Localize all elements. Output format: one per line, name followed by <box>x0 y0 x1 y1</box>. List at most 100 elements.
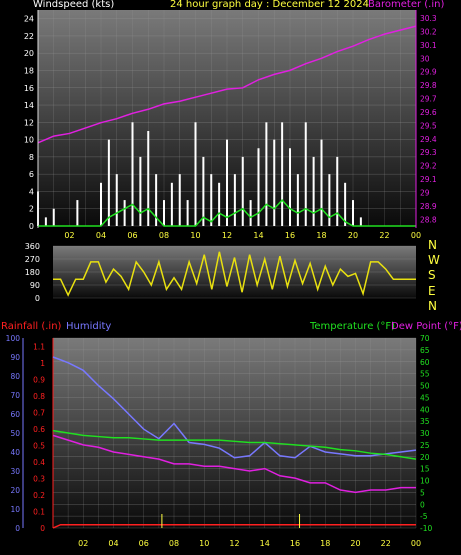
temperature-tick-label: 60 <box>420 358 430 367</box>
rainfall-tick-label: 0.4 <box>33 458 45 467</box>
direction-letter-n-bottom: N <box>428 299 437 313</box>
barometer-tick-label: 29 <box>420 188 430 197</box>
direction-letter-n-top: N <box>428 238 437 252</box>
humidity-tick-label: 50 <box>10 429 20 438</box>
lower-time-tick-label: 12 <box>229 539 239 548</box>
temperature-tick-label: 5 <box>420 488 425 497</box>
rainfall-tick-label: 0 <box>40 524 45 533</box>
rainfall-tick-label: 1.1 <box>33 342 45 351</box>
barometer-tick-label: 29.6 <box>420 108 437 117</box>
lower-time-tick-label: 18 <box>320 539 330 548</box>
rainfall-tick-label: 0.3 <box>33 474 45 483</box>
wind-time-tick-label: 14 <box>253 231 263 240</box>
temperature-tick-label: 45 <box>420 393 430 402</box>
barometer-tick-label: 30.1 <box>420 41 437 50</box>
barometer-tick-label: 29.7 <box>420 95 437 104</box>
rainfall-label: Rainfall (.in) <box>1 321 62 332</box>
humidity-tick-label: 100 <box>6 334 21 343</box>
wind-tick-label: 8 <box>29 153 34 162</box>
direction-tick-label: 90 <box>30 281 40 290</box>
wind-time-tick-label: 02 <box>64 231 74 240</box>
temperature-tick-label: 15 <box>420 465 430 474</box>
chart-title: 24 hour graph day : December 12 2024 <box>170 0 369 10</box>
humidity-tick-label: 60 <box>10 410 20 419</box>
lower-time-tick-label: 06 <box>139 539 149 548</box>
lower-time-tick-label: 08 <box>169 539 179 548</box>
wind-time-tick-label: 20 <box>348 231 358 240</box>
wind-tick-label: 18 <box>24 66 34 75</box>
wind-tick-label: 6 <box>29 170 34 179</box>
humidity-label: Humidity <box>66 321 112 332</box>
wind-time-tick-label: 16 <box>285 231 295 240</box>
temperature-tick-label: -10 <box>420 524 432 533</box>
direction-letter-w: W <box>428 253 440 267</box>
lower-time-tick-label: 00 <box>411 539 421 548</box>
direction-letter-s: S <box>428 268 436 282</box>
wind-time-tick-label: 04 <box>96 231 106 240</box>
temperature-label: Temperature (°F) <box>310 321 396 332</box>
dewpoint-label: Dew Point (°F) <box>391 321 461 332</box>
lower-time-tick-label: 16 <box>290 539 300 548</box>
lower-time-tick-label: 04 <box>108 539 118 548</box>
humidity-tick-label: 80 <box>10 372 20 381</box>
rainfall-tick-label: 0.9 <box>33 375 45 384</box>
temperature-tick-label: 50 <box>420 382 430 391</box>
temperature-tick-label: 35 <box>420 417 430 426</box>
barometer-tick-label: 29.8 <box>420 81 437 90</box>
temperature-tick-label: 0 <box>420 500 425 509</box>
humidity-tick-label: 40 <box>10 448 20 457</box>
lower-time-tick-label: 20 <box>350 539 360 548</box>
barometer-tick-label: 29.5 <box>420 121 437 130</box>
wind-time-tick-label: 00 <box>411 231 421 240</box>
temperature-tick-label: 65 <box>420 346 430 355</box>
humidity-tick-label: 10 <box>10 505 20 514</box>
wind-tick-label: 14 <box>24 101 34 110</box>
wind-time-tick-label: 18 <box>316 231 326 240</box>
temperature-tick-label: 55 <box>420 370 430 379</box>
rainfall-tick-label: 0.2 <box>33 491 45 500</box>
wind-tick-label: 16 <box>24 84 34 93</box>
wind-time-tick-label: 10 <box>190 231 200 240</box>
barometer-tick-label: 29.9 <box>420 68 437 77</box>
lower-time-tick-label: 02 <box>78 539 88 548</box>
barometer-tick-label: 30.3 <box>420 14 437 23</box>
lower-time-tick-label: 10 <box>199 539 209 548</box>
wind-tick-label: 22 <box>24 32 34 41</box>
humidity-tick-label: 0 <box>15 524 20 533</box>
humidity-tick-label: 30 <box>10 467 20 476</box>
wind-tick-label: 2 <box>29 205 34 214</box>
barometer-label: Barometer (.in) <box>368 0 445 10</box>
direction-tick-label: 180 <box>25 268 40 277</box>
barometer-tick-label: 28.8 <box>420 215 437 224</box>
temperature-tick-label: 25 <box>420 441 430 450</box>
wind-tick-label: 12 <box>24 118 34 127</box>
weather-graphs: 02468101214161820222428.828.92929.129.22… <box>6 10 437 548</box>
barometer-tick-label: 29.3 <box>420 148 437 157</box>
direction-letter-e: E <box>428 284 436 298</box>
direction-tick-label: 270 <box>25 255 40 264</box>
rainfall-tick-label: 0.1 <box>33 507 45 516</box>
wind-tick-label: 24 <box>24 15 34 24</box>
windspeed-label: Windspeed (kts) <box>33 0 115 10</box>
lower-time-tick-label: 22 <box>381 539 391 548</box>
rainfall-tick-label: 0.8 <box>33 392 45 401</box>
barometer-tick-label: 29.2 <box>420 162 437 171</box>
wind-tick-label: 20 <box>24 49 34 58</box>
temperature-tick-label: 40 <box>420 405 430 414</box>
humidity-tick-label: 70 <box>10 391 20 400</box>
wind-tick-label: 10 <box>24 136 34 145</box>
direction-tick-label: 360 <box>25 242 40 251</box>
rainfall-tick-label: 1 <box>40 359 45 368</box>
rainfall-tick-label: 0.7 <box>33 408 45 417</box>
temperature-tick-label: 20 <box>420 453 430 462</box>
rainfall-tick-label: 0.5 <box>33 441 45 450</box>
wind-time-tick-label: 06 <box>127 231 137 240</box>
barometer-tick-label: 30 <box>420 54 430 63</box>
wind-tick-label: 4 <box>29 187 34 196</box>
direction-tick-label: 0 <box>35 294 40 303</box>
lower-time-tick-label: 14 <box>260 539 270 548</box>
temperature-tick-label: 30 <box>420 429 430 438</box>
temperature-tick-label: 70 <box>420 334 430 343</box>
humidity-tick-label: 20 <box>10 486 20 495</box>
barometer-tick-label: 30.2 <box>420 27 437 36</box>
